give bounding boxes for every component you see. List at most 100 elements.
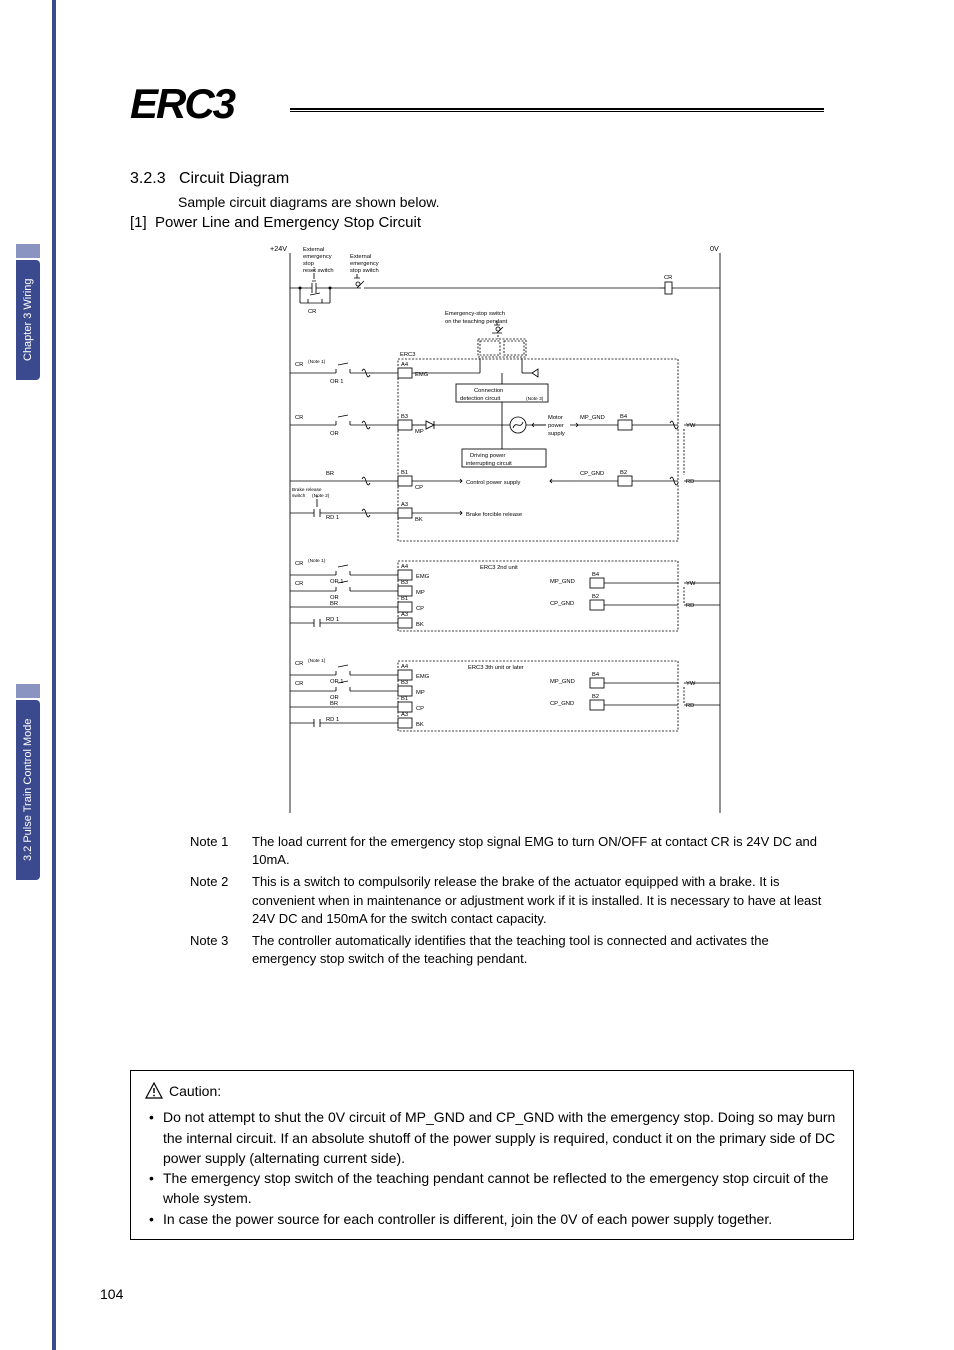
sidebar: Chapter 3 Wiring 3.2 Pulse Train Control… [0,0,56,1350]
svg-text:B2: B2 [620,470,627,476]
svg-text:B1: B1 [401,470,408,476]
svg-text:(Note 1): (Note 1) [308,558,326,564]
svg-text:Control power supply: Control power supply [466,480,521,486]
svg-text:A3: A3 [401,502,408,508]
svg-text:B4: B4 [592,572,600,578]
label-0v: 0V [710,244,719,253]
section-heading: 3.2.3 Circuit Diagram [130,170,854,188]
svg-text:MP: MP [415,429,424,435]
svg-text:Brake forcible release: Brake forcible release [466,512,522,518]
label-cr: CR [664,275,672,281]
svg-text:BR: BR [330,701,338,707]
label-ext-reset: External [303,247,324,253]
caution-item: • Do not attempt to shut the 0V circuit … [149,1107,839,1168]
svg-text:EMG: EMG [416,674,430,680]
svg-text:OR 1: OR 1 [330,379,344,385]
svg-text:A4: A4 [401,362,409,368]
svg-text:RD 1: RD 1 [326,515,339,521]
product-logo: ERC3 [130,80,234,128]
svg-text:B1: B1 [401,696,408,702]
label-ext-stop: External [350,254,371,260]
svg-text:RD: RD [686,479,694,485]
svg-text:B3: B3 [401,680,408,686]
svg-text:CR: CR [295,362,303,368]
svg-text:supply: supply [548,431,565,437]
svg-text:B4: B4 [620,414,628,420]
bullet-icon: • [149,1209,163,1229]
svg-text:emergency: emergency [303,254,332,260]
svg-text:CR: CR [295,415,303,421]
svg-text:BK: BK [416,722,424,728]
circuit-diagram: +24V 0V External emergency stop reset sw… [270,243,854,813]
svg-text:RD: RD [686,703,694,709]
svg-text:EMG: EMG [416,574,430,580]
svg-text:on the teaching pendant: on the teaching pendant [445,319,508,325]
svg-text:MP: MP [416,690,425,696]
caution-text: The emergency stop switch of the teachin… [163,1168,839,1209]
svg-text:A4: A4 [401,664,409,670]
svg-text:(Note 3): (Note 3) [526,396,544,402]
subsection-number: [1] [130,214,147,231]
subsection-heading: [1] Power Line and Emergency Stop Circui… [130,214,854,231]
note-label: Note 3 [190,932,252,968]
caution-label: Caution: [169,1081,221,1101]
sidebar-tick [16,684,40,698]
section-intro: Sample circuit diagrams are shown below. [178,194,854,210]
note-row: Note 1 The load current for the emergenc… [190,833,834,869]
svg-text:CR: CR [308,309,316,315]
svg-text:Brake release: Brake release [292,487,322,493]
svg-text:RD 1: RD 1 [326,617,339,623]
caution-text: Do not attempt to shut the 0V circuit of… [163,1107,839,1168]
svg-text:A3: A3 [401,612,408,618]
svg-text:BK: BK [415,517,423,523]
svg-text:power: power [548,423,564,429]
svg-text:Motor: Motor [548,415,563,421]
svg-text:(Note 1): (Note 1) [308,359,326,365]
bullet-icon: • [149,1168,163,1209]
label-erc3: ERC3 [400,352,415,358]
svg-text:CP: CP [415,485,423,491]
svg-text:MP_GND: MP_GND [550,579,575,585]
header-rule [290,108,824,112]
svg-text:MP_GND: MP_GND [550,679,575,685]
section-title: Circuit Diagram [179,170,289,187]
svg-text:emergency: emergency [350,261,379,267]
svg-text:RD: RD [686,603,694,609]
caution-item: • The emergency stop switch of the teach… [149,1168,839,1209]
svg-text:interrupting circuit: interrupting circuit [466,461,512,467]
svg-text:B3: B3 [401,580,408,586]
svg-text:CR: CR [295,681,303,687]
section-number: 3.2.3 [130,170,166,187]
svg-text:CP_GND: CP_GND [550,601,574,607]
svg-text:YW: YW [686,423,696,429]
sidebar-tab-chapter: Chapter 3 Wiring [16,260,40,380]
note-label: Note 1 [190,833,252,869]
svg-text:CR: CR [295,581,303,587]
notes: Note 1 The load current for the emergenc… [190,833,834,968]
note-row: Note 2 This is a switch to compulsorily … [190,873,834,928]
svg-text:CR: CR [295,561,303,567]
svg-text:YW: YW [686,581,696,587]
svg-text:CP: CP [416,606,424,612]
svg-text:OR: OR [330,431,339,437]
svg-text:(Note 2): (Note 2) [312,493,330,499]
svg-text:BR: BR [326,471,334,477]
subsection-title: Power Line and Emergency Stop Circuit [155,214,421,231]
svg-text:switch: switch [292,493,306,499]
svg-text:BR: BR [330,601,338,607]
svg-text:stop switch: stop switch [350,268,379,274]
bullet-icon: • [149,1107,163,1168]
note-text: This is a switch to compulsorily release… [252,873,834,928]
svg-text:CP: CP [416,706,424,712]
svg-text:CP_GND: CP_GND [580,471,604,477]
warning-icon [145,1082,163,1100]
caution-text: In case the power source for each contro… [163,1209,839,1229]
svg-text:YW: YW [686,681,696,687]
note-text: The controller automatically identifies … [252,932,834,968]
caution-box: Caution: • Do not attempt to shut the 0V… [130,1070,854,1240]
caution-item: • In case the power source for each cont… [149,1209,839,1229]
label-teaching-pendant: Emergency-stop switch [445,311,505,317]
svg-text:B2: B2 [592,594,599,600]
svg-text:ERC3 2nd unit: ERC3 2nd unit [480,565,518,571]
svg-text:BK: BK [416,622,424,628]
